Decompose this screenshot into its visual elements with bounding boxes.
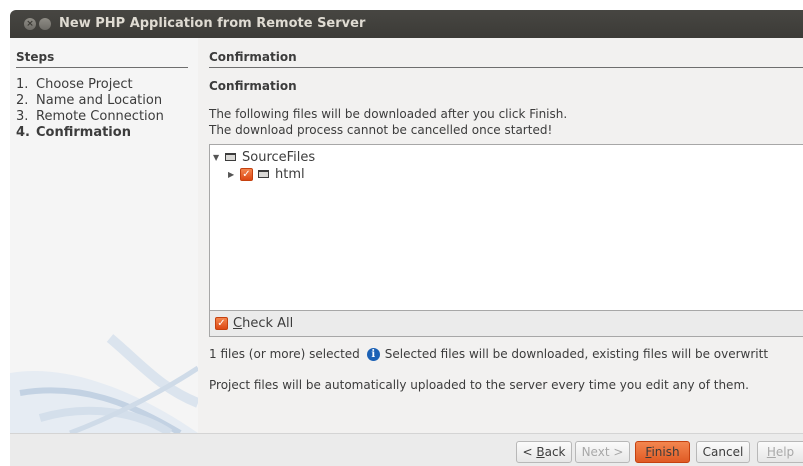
step-item-name-and-location: 2. Name and Location — [16, 93, 163, 108]
next-button[interactable]: Next > — [575, 441, 630, 463]
steps-heading: Steps — [16, 50, 55, 64]
steps-list: 1. Choose Project 2. Name and Location 3. R… — [16, 77, 164, 141]
step-item-confirmation: 4. Confirmation — [16, 125, 131, 140]
html-checkbox[interactable]: ✓ — [240, 167, 253, 181]
cancel-button[interactable]: Cancel — [696, 441, 750, 463]
description-text: The following files will be downloaded a… — [209, 107, 568, 137]
steps-panel: Steps 1. Choose Project 2. Name and Locati… — [10, 38, 198, 433]
tree-row-sourcefiles[interactable]: ▼ SourceFiles — [213, 149, 315, 165]
content-panel: Confirmation Confirmation The following … — [209, 38, 803, 433]
tree-label-sourcefiles: SourceFiles — [242, 149, 316, 165]
check-all-checkbox[interactable]: ✓ — [215, 317, 228, 330]
selection-status: 1 files (or more) selected i Selected fi… — [209, 347, 768, 361]
expanded-arrow-icon[interactable]: ▼ — [213, 153, 225, 162]
files-tree[interactable]: ▼ SourceFiles ▶ ✓ html — [209, 144, 803, 311]
step-item-choose-project: 1. Choose Project — [16, 77, 133, 92]
back-button[interactable]: < Back — [516, 441, 572, 463]
close-window-icon[interactable]: × — [24, 18, 36, 30]
window-title: New PHP Application from Remote Server — [59, 16, 366, 31]
steps-divider — [16, 67, 188, 68]
content-heading: Confirmation — [209, 50, 297, 64]
auto-upload-text: Project files will be automatically uplo… — [209, 378, 749, 392]
collapsed-arrow-icon[interactable]: ▶ — [228, 170, 240, 179]
tree-row-html[interactable]: ▶ ✓ html — [228, 166, 305, 182]
source-folder-icon — [225, 153, 236, 161]
step-item-remote-connection: 3. Remote Connection — [16, 109, 164, 124]
folder-icon — [258, 170, 269, 178]
decorative-swoosh-image — [10, 334, 198, 433]
selected-count-text: 1 files (or more) selected — [209, 347, 360, 361]
tree-label-html: html — [275, 166, 305, 182]
title-bar: × New PHP Application from Remote Server — [10, 10, 803, 38]
content-subheading: Confirmation — [209, 79, 297, 93]
selected-info-text: Selected files will be downloaded, exist… — [384, 347, 769, 361]
content-divider — [209, 67, 803, 68]
check-all-label[interactable]: Check All — [233, 316, 293, 331]
finish-button[interactable]: Finish — [635, 441, 690, 463]
check-all-bar: ✓ Check All — [209, 311, 803, 337]
info-icon: i — [366, 347, 380, 361]
help-button[interactable]: Help — [757, 441, 803, 463]
minimize-window-icon[interactable] — [39, 18, 51, 30]
button-bar: < Back Next > Finish Cancel Help — [10, 433, 803, 466]
wizard-window: Steps 1. Choose Project 2. Name and Locati… — [10, 38, 803, 466]
